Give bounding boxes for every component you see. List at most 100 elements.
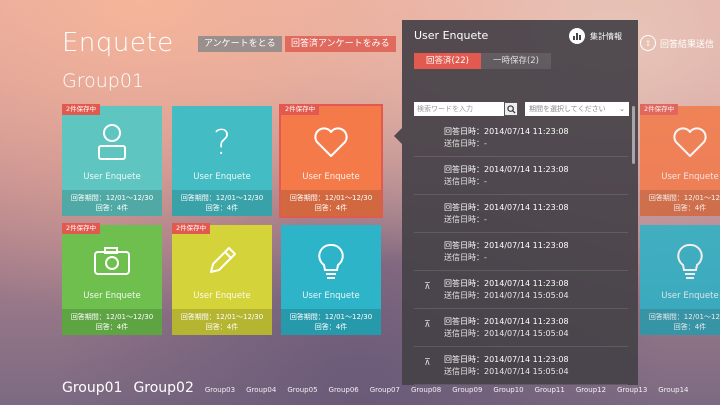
app-title: Enquete (62, 28, 174, 58)
answer-record-row[interactable]: 回答日時：2014/07/14 11:23:08 送信日時：- (414, 194, 628, 233)
sent-datetime: 送信日時：- (444, 253, 487, 262)
tile-count: 回答：4件 (205, 323, 239, 331)
tile-period: 回答期間：12/01～12/30 (70, 313, 154, 321)
group-nav-item[interactable]: Group10 (493, 386, 523, 394)
group-nav-item[interactable]: Group03 (205, 386, 235, 394)
tile-count: 回答：4件 (314, 323, 348, 331)
answer-record-row[interactable]: ⊼ 回答日時：2014/07/14 11:23:08 送信日時：2014/07/14… (414, 308, 628, 347)
period-select[interactable]: 期間を選択してください ⌄ (525, 102, 629, 116)
group-nav-item[interactable]: Group13 (617, 386, 647, 394)
tile-period: 回答期間：12/01～12/30 (289, 313, 373, 321)
saved-badge: 2件保存中 (172, 223, 211, 234)
tile-period: 回答期間：12/01～12/30 (289, 194, 373, 202)
answer-datetime: 回答日時：2014/07/14 11:23:08 (444, 127, 569, 136)
sent-datetime: 送信日時：- (444, 215, 487, 224)
saved-badge: 2件保存中 (62, 104, 101, 115)
group-nav-item[interactable]: Group05 (287, 386, 317, 394)
answer-record-row[interactable]: 回答日時：2014/07/14 11:23:08 送信日時：- (414, 156, 628, 195)
saved-badge: 2件保存中 (281, 104, 320, 115)
group-nav-item[interactable]: Group01 (62, 380, 122, 396)
heart-icon (281, 120, 381, 164)
tile-count: 回答：4件 (314, 204, 348, 212)
answer-record-row[interactable]: ⊼ 回答日時：2014/07/14 11:23:08 送信日時：2014/07/14… (414, 270, 628, 309)
tile-footer: 回答期間：12/01～12/30 回答：4件 (62, 309, 162, 335)
question-icon: ? (172, 120, 272, 164)
tile-period: 回答期間：12/01～12/30 (70, 194, 154, 202)
svg-text:?: ? (213, 123, 231, 162)
group-nav-item[interactable]: Group08 (411, 386, 441, 394)
tile-period: 回答期間：12/01～12/30 (648, 313, 720, 321)
take-survey-button[interactable]: アンケートをとる (198, 36, 282, 52)
send-icon: ⇧ (640, 35, 656, 51)
saved-badge: 2件保存中 (62, 223, 101, 234)
answer-record-row[interactable]: 回答日時：2014/07/14 11:23:08 送信日時：- (414, 232, 628, 271)
sent-datetime: 送信日時：2014/07/14 15:05:04 (444, 329, 569, 338)
tile-name: User Enquete (193, 172, 251, 182)
tile-period: 回答期間：12/01～12/30 (180, 194, 264, 202)
chevron-down-icon: ⌄ (619, 105, 625, 113)
tile-name: User Enquete (83, 291, 141, 301)
tab-saved[interactable]: 一時保存(2) (480, 53, 551, 69)
tile-footer: 回答期間：12/01～12/30 回答：4件 (172, 309, 272, 335)
group-nav-item[interactable]: Group14 (658, 386, 688, 394)
tile-period: 回答期間：12/01～12/30 (648, 194, 720, 202)
tile-name: User Enquete (83, 172, 141, 182)
answer-record-row[interactable]: 回答日時：2014/07/14 11:23:08 送信日時：- (414, 118, 628, 157)
bulb-icon (640, 239, 720, 283)
panel-scrollbar[interactable] (632, 106, 635, 164)
group-nav-item[interactable]: Group04 (246, 386, 276, 394)
answer-datetime: 回答日時：2014/07/14 11:23:08 (444, 279, 569, 288)
heart-icon (640, 120, 720, 164)
group-nav-item[interactable]: Group02 (133, 380, 193, 396)
upload-icon: ⊼ (424, 282, 431, 292)
tile-name: User Enquete (661, 291, 719, 301)
answer-record-row[interactable]: ⊼ 回答日時：2014/07/14 11:23:08 送信日時：2014/07/14… (414, 346, 628, 385)
tile-count: 回答：4件 (95, 204, 129, 212)
group-nav-item[interactable]: Group07 (370, 386, 400, 394)
summary-label: 集計情報 (590, 31, 622, 41)
send-results-label: 回答結果送信 (660, 39, 715, 50)
answer-list-panel: User Enquete 集計情報 回答済(22) 一時保存(2) 検索ワードを… (402, 20, 638, 385)
panel-pointer (394, 128, 402, 144)
answer-datetime: 回答日時：2014/07/14 11:23:08 (444, 355, 569, 364)
upload-icon: ⊼ (424, 358, 431, 368)
group-nav-item[interactable]: Group12 (576, 386, 606, 394)
tile-footer: 回答期間：12/01～12/30 回答：4件 (172, 190, 272, 216)
view-answered-button[interactable]: 回答済アンケートをみる (285, 36, 396, 52)
group-nav-item[interactable]: Group11 (535, 386, 565, 394)
tile-footer: 回答期間：12/01～12/30 回答：4件 (281, 309, 381, 335)
enquete-tile[interactable]: User Enquete 回答期間：12/01～12/30 回答：4件 (640, 225, 720, 335)
enquete-tile[interactable]: ? User Enquete 回答期間：12/01～12/30 回答：4件 (172, 106, 272, 216)
answer-datetime: 回答日時：2014/07/14 11:23:08 (444, 317, 569, 326)
tile-name: User Enquete (193, 291, 251, 301)
enquete-tile[interactable]: 2件保存中 User Enquete 回答期間：12/01～12/30 回答：4件 (640, 104, 720, 216)
person-icon (62, 120, 162, 164)
search-input[interactable]: 検索ワードを入力 (414, 102, 506, 116)
bar-chart-icon (569, 28, 585, 44)
tile-footer: 回答期間：12/01～12/30 回答：4件 (62, 190, 162, 216)
send-results-button[interactable]: ⇧ 回答結果送信 (640, 35, 714, 51)
tile-count: 回答：4件 (95, 323, 129, 331)
tile-name: User Enquete (302, 172, 360, 182)
search-icon (506, 104, 516, 114)
summary-button[interactable]: 集計情報 (569, 28, 622, 44)
group-title: Group01 (62, 70, 145, 92)
sent-datetime: 送信日時：- (444, 177, 487, 186)
bulb-icon (281, 239, 381, 283)
group-nav-item[interactable]: Group06 (329, 386, 359, 394)
enquete-tile[interactable]: 2件保存中 User Enquete 回答期間：12/01～12/30 回答：4件 (172, 223, 272, 335)
tab-answered[interactable]: 回答済(22) (414, 53, 481, 69)
tile-count: 回答：4件 (205, 204, 239, 212)
group-nav-item[interactable]: Group09 (452, 386, 482, 394)
sent-datetime: 送信日時：2014/07/14 15:05:04 (444, 291, 569, 300)
enquete-tile[interactable]: 2件保存中 User Enquete 回答期間：12/01～12/30 回答：4件 (62, 104, 162, 216)
enquete-tile[interactable]: 2件保存中 User Enquete 回答期間：12/01～12/30 回答：4件 (62, 223, 162, 335)
tile-footer: 回答期間：12/01～12/30 回答：4件 (640, 190, 720, 216)
sent-datetime: 送信日時：- (444, 139, 487, 148)
panel-title: User Enquete (414, 29, 489, 42)
enquete-tile[interactable]: 2件保存中 User Enquete 回答期間：12/01～12/30 回答：4件 (279, 104, 383, 218)
search-button[interactable] (504, 102, 518, 116)
saved-badge: 2件保存中 (640, 104, 679, 115)
period-placeholder: 期間を選択してください (529, 105, 606, 113)
enquete-tile[interactable]: User Enquete 回答期間：12/01～12/30 回答：4件 (281, 225, 381, 335)
